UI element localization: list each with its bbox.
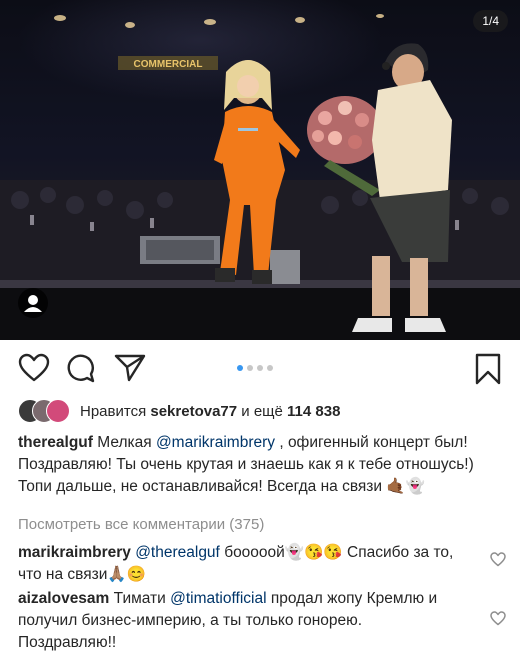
liker-username[interactable]: sekretova77: [150, 403, 237, 420]
carousel-dot: [237, 365, 243, 371]
comment-mention[interactable]: @timatiofficial: [170, 590, 266, 607]
post-action-bar: [0, 345, 520, 391]
post-caption: therealguf Мелкая @marikraimbrery , офиг…: [18, 432, 488, 498]
carousel-dot: [247, 365, 253, 371]
likes-count[interactable]: 114 838: [287, 403, 340, 420]
comment-username[interactable]: aizalovesam: [18, 590, 109, 607]
view-all-comments-link[interactable]: Посмотреть все комментарии (375): [18, 516, 264, 533]
comment-like-heart-icon[interactable]: [490, 552, 506, 572]
billboard-text: COMMERCIAL: [134, 59, 203, 70]
likes-connector: и ещё: [241, 402, 283, 420]
heart-icon[interactable]: [18, 353, 50, 388]
image-counter: 1/4: [473, 10, 508, 32]
likes-row[interactable]: Нравится sekretova77 и ещё 114 838: [18, 398, 340, 424]
comment-icon[interactable]: [66, 353, 96, 388]
comment-username[interactable]: marikraimbrery: [18, 544, 131, 561]
avatar: [46, 399, 70, 423]
comment-like-heart-icon[interactable]: [490, 611, 506, 631]
likes-text: Нравится sekretova77 и ещё 114 838: [80, 403, 340, 420]
carousel-dot: [267, 365, 273, 371]
caption-username[interactable]: therealguf: [18, 434, 93, 451]
caption-text-1: Мелкая: [97, 434, 152, 451]
user-tag-icon[interactable]: [18, 288, 48, 318]
bookmark-icon[interactable]: [474, 353, 502, 390]
carousel-dots: [237, 365, 273, 371]
likes-label: Нравится: [80, 402, 147, 420]
share-icon[interactable]: [114, 353, 146, 388]
comment-item: aizalovesam Тимати @timatiofficial прода…: [18, 588, 463, 654]
comment-item: marikraimbrery @therealguf бооооой👻😘😘 Сп…: [18, 542, 463, 586]
caption-mention[interactable]: @marikraimbrery: [156, 434, 275, 451]
comment-mention[interactable]: @therealguf: [135, 544, 220, 561]
comment-text-1: Тимати: [113, 590, 166, 607]
post-photo[interactable]: COMMERCIAL 1/4: [0, 0, 520, 340]
carousel-dot: [257, 365, 263, 371]
liker-avatars: [18, 399, 72, 423]
concert-scene-image: COMMERCIAL: [0, 14, 520, 340]
